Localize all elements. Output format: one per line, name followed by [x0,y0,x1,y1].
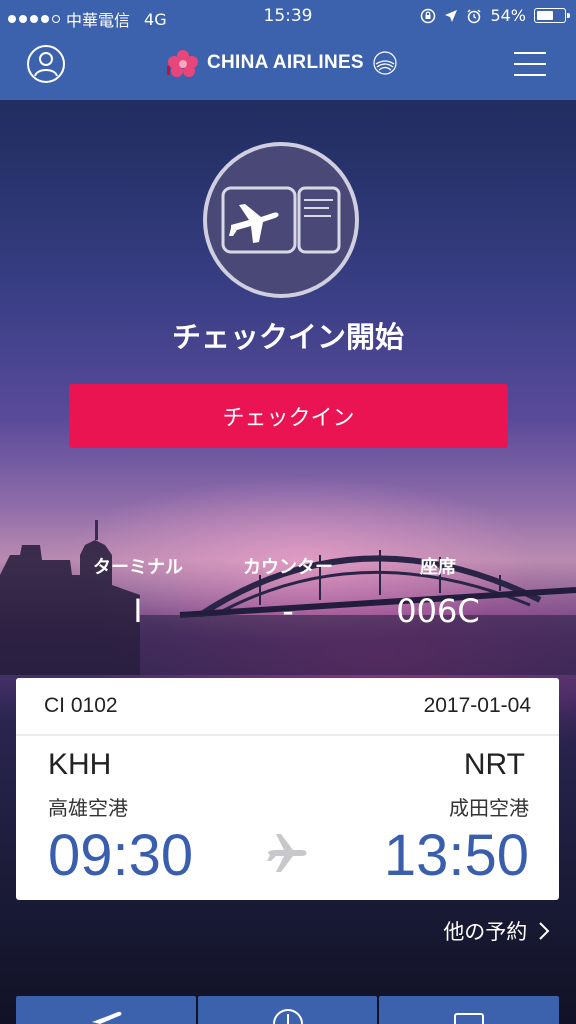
terminal-label: ターミナル [93,557,183,578]
checkin-title: チェックイン開始 [171,320,404,354]
profile-icon[interactable] [26,44,66,84]
boarding-pass-icon [203,142,359,298]
china-airlines-logo: CHINA AIRLINES [165,48,400,78]
checkin-button[interactable]: チェックイン [69,384,508,448]
tab-flights[interactable] [16,996,196,1024]
destination-airport: 成田空港 [449,796,529,820]
other-reservations-label: 他の予約 [443,920,528,944]
origin-airport: 高雄空港 [48,796,128,820]
destination-code: NRT [463,748,525,781]
counter-label: カウンター [243,557,333,578]
flight-card[interactable]: CI 0102 2017-01-04 KHH NRT 高雄空港 成田空港 09:… [16,678,559,900]
flight-number: CI 0102 [44,694,118,717]
plum-blossom-logo-icon [167,50,198,77]
alarm-icon [467,8,481,23]
flight-date: 2017-01-04 [423,694,531,717]
terminal-value: I [133,592,143,630]
plane-icon [267,834,307,872]
origin-code: KHH [48,748,112,781]
tab-boarding-pass[interactable] [379,996,560,1024]
other-reservations-link[interactable]: 他の予約 [443,916,550,946]
battery-icon [534,8,570,23]
plane-icon [91,1011,122,1024]
arrival-time: 13:50 [383,823,529,888]
seat-value: 006C [396,592,480,630]
departure-time: 09:30 [48,823,194,888]
skyteam-logo-icon [373,51,397,75]
airline-name: CHINA AIRLINES [207,52,364,73]
seat-label: 座席 [420,557,456,578]
chevron-right-icon [539,922,550,940]
clock-icon [272,1009,303,1024]
status-bar: 中華電信 4G 15:39 54% [0,0,576,36]
boarding-pass-icon [454,1013,485,1024]
app-header: CHINA AIRLINES [0,36,576,100]
tab-status[interactable] [197,996,378,1024]
battery-percentage: 54% [490,6,526,25]
bottom-tab-bar [16,996,560,1024]
menu-icon[interactable] [514,52,546,76]
location-arrow-icon [445,9,458,22]
counter-value: - [282,592,294,630]
flight-card-header: CI 0102 2017-01-04 [16,678,559,736]
rotation-lock-icon [421,8,436,23]
